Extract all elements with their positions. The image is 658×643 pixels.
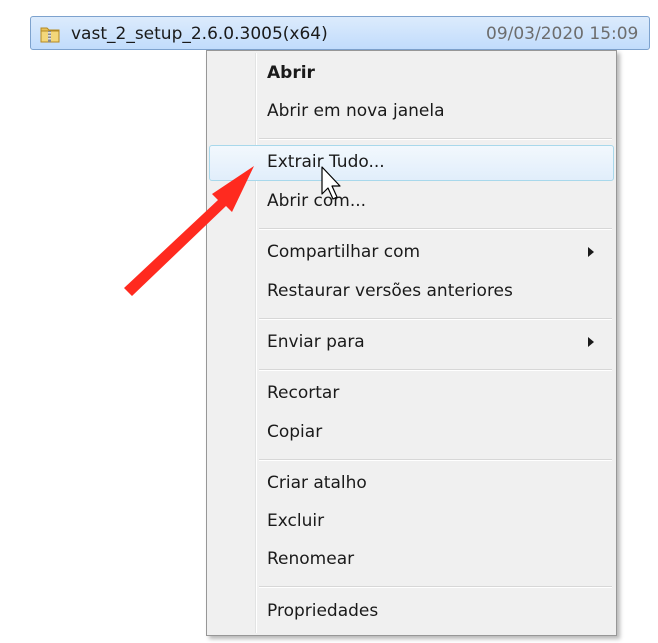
menu-item-excluir[interactable]: Excluir: [209, 504, 614, 540]
menu-item-label: Abrir em nova janela: [267, 101, 445, 121]
menu-item-renomear[interactable]: Renomear: [209, 542, 614, 578]
menu-separator: [259, 586, 612, 588]
menu-item-label: Copiar: [267, 422, 323, 442]
menu-item-label: Renomear: [267, 549, 355, 569]
file-row-selected[interactable]: vast_2_setup_2.6.0.3005(x64) 09/03/2020 …: [30, 16, 650, 50]
menu-item-restaurar-versoes[interactable]: Restaurar versões anteriores: [209, 274, 614, 310]
menu-separator: [259, 459, 612, 461]
menu-item-propriedades[interactable]: Propriedades: [209, 594, 614, 630]
menu-separator: [259, 318, 612, 320]
menu-item-recortar[interactable]: Recortar: [209, 376, 614, 412]
menu-separator: [259, 138, 612, 140]
submenu-arrow-icon: [588, 247, 594, 257]
menu-item-label: Enviar para: [267, 332, 365, 352]
menu-item-label: Recortar: [267, 383, 340, 403]
menu-item-abrir-com[interactable]: Abrir com...: [209, 184, 614, 220]
zip-folder-icon: [39, 23, 61, 45]
menu-item-label: Abrir: [267, 63, 315, 83]
menu-item-label: Compartilhar com: [267, 242, 421, 262]
menu-item-copiar[interactable]: Copiar: [209, 415, 614, 451]
file-name: vast_2_setup_2.6.0.3005(x64): [71, 24, 328, 44]
menu-item-label: Restaurar versões anteriores: [267, 281, 513, 301]
menu-separator: [259, 369, 612, 371]
menu-item-label: Excluir: [267, 511, 325, 531]
explorer-view: vast_2_setup_2.6.0.3005(x64) 09/03/2020 …: [0, 0, 658, 643]
file-modified-date: 09/03/2020 15:09: [486, 24, 639, 44]
menu-item-label: Abrir com...: [267, 191, 367, 211]
menu-item-enviar-para[interactable]: Enviar para: [209, 325, 614, 361]
menu-item-abrir[interactable]: Abrir: [209, 56, 614, 92]
menu-item-compartilhar-com[interactable]: Compartilhar com: [209, 235, 614, 271]
context-menu: Abrir Abrir em nova janela Extrair Tudo.…: [206, 50, 617, 636]
menu-item-label: Propriedades: [267, 601, 379, 621]
menu-separator: [259, 228, 612, 230]
submenu-arrow-icon: [588, 337, 594, 347]
menu-item-label: Criar atalho: [267, 473, 367, 493]
menu-item-criar-atalho[interactable]: Criar atalho: [209, 466, 614, 502]
menu-item-extrair-tudo[interactable]: Extrair Tudo...: [209, 145, 614, 181]
menu-item-label: Extrair Tudo...: [267, 152, 385, 172]
menu-item-abrir-nova-janela[interactable]: Abrir em nova janela: [209, 94, 614, 130]
